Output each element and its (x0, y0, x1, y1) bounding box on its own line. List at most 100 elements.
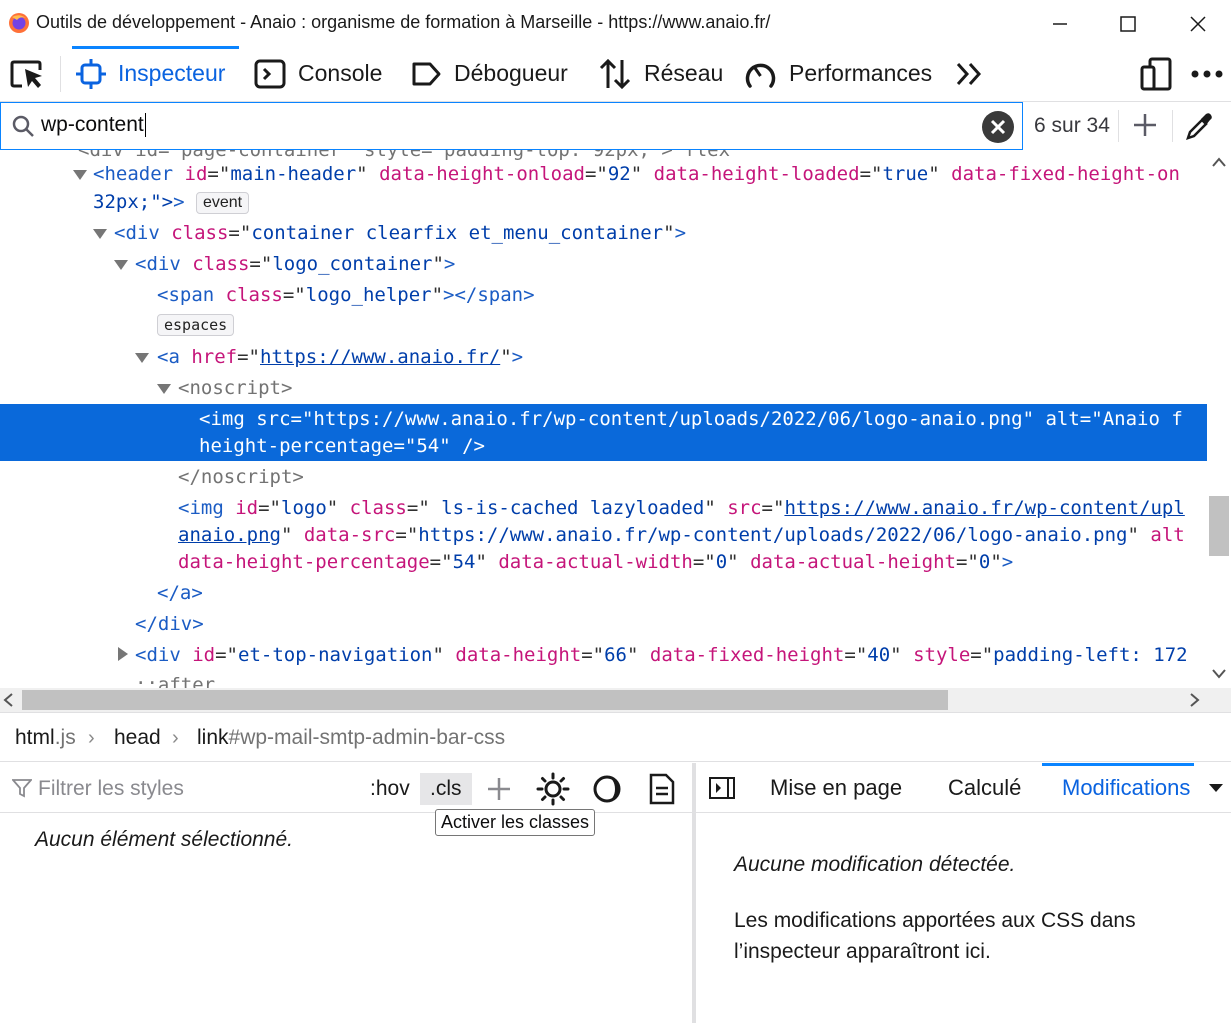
maximize-button[interactable] (1114, 10, 1142, 38)
add-rule-button[interactable] (484, 773, 514, 805)
double-chevron-icon (956, 62, 982, 86)
document-icon (649, 773, 675, 805)
tab-performances[interactable]: Performances (744, 46, 932, 101)
devtools-menu-button[interactable] (1190, 54, 1224, 94)
light-scheme-button[interactable] (536, 772, 570, 806)
markup-node-span[interactable]: <span class="logo_helper"></span> (157, 282, 535, 309)
rules-empty-message: Aucun élément sélectionné. (35, 828, 293, 851)
breadcrumb-item-html[interactable]: html.js (15, 726, 76, 750)
markup-node-a[interactable]: <a href="https://www.anaio.fr/"> (157, 344, 523, 371)
markup-node-div-close: </div> (135, 613, 204, 635)
tab-calcule[interactable]: Calculé (948, 763, 1021, 813)
markup-node-a-close: </a> (157, 582, 203, 604)
search-icon (12, 115, 34, 137)
moon-contrast-icon (593, 775, 621, 803)
clear-search-button[interactable] (982, 111, 1014, 143)
tab-reseau-label: Réseau (644, 60, 724, 86)
expand-toggle[interactable] (157, 384, 171, 394)
devtools-toolbar: Inspecteur Console Débogueur Réseau Perf… (0, 46, 1231, 102)
cls-button[interactable]: .cls (420, 773, 472, 805)
element-picker-button[interactable] (8, 54, 48, 94)
window-titlebar: Outils de développement - Anaio : organi… (0, 0, 1231, 46)
search-result-count: 6 sur 34 (1034, 114, 1110, 137)
tab-performances-label: Performances (789, 60, 933, 86)
rules-toolbar: Filtrer les styles :hov .cls (0, 763, 692, 813)
espaces-badge: espaces (157, 313, 235, 336)
markup-horizontal-scrollbar[interactable] (0, 688, 1231, 712)
color-picker-button[interactable] (1184, 110, 1214, 146)
element-picker-icon (10, 60, 42, 88)
side-panel: Mise en page Calculé Modifications Aucun… (696, 763, 1231, 1023)
markup-node-header[interactable]: <header id="main-header" data-height-onl… (93, 161, 1180, 188)
markup-search-bar: wp-content 6 sur 34 (0, 102, 1231, 150)
markup-node-div-container[interactable]: <div class="container clearfix et_menu_c… (114, 220, 686, 247)
tabs-overflow-button[interactable] (1208, 763, 1224, 813)
expand-toggle[interactable] (93, 229, 107, 239)
scroll-left-icon (3, 693, 13, 707)
responsive-design-button[interactable] (1140, 54, 1172, 94)
inspector-icon (76, 58, 106, 89)
breadcrumb: html.js › head › link#wp-mail-smtp-admin… (0, 712, 1231, 762)
tab-mise-en-page[interactable]: Mise en page (770, 763, 902, 813)
chevron-right-icon: › (88, 727, 95, 749)
plus-icon (488, 778, 510, 800)
tab-inspecteur[interactable]: Inspecteur (72, 46, 239, 101)
eyedropper-icon (1186, 113, 1212, 140)
breadcrumb-item-link[interactable]: link#wp-mail-smtp-admin-bar-css (197, 726, 505, 750)
markup-node-top-navigation[interactable]: <div id="et-top-navigation" data-height=… (135, 642, 1188, 669)
markup-node-img-logo-2: anaio.png" data-src="https://www.anaio.f… (178, 524, 1185, 546)
dark-scheme-button[interactable] (592, 773, 622, 805)
vertical-scroll-thumb[interactable] (1209, 496, 1229, 556)
console-icon (254, 59, 286, 88)
markup-vertical-scrollbar[interactable] (1207, 150, 1231, 688)
close-window-button[interactable] (1184, 10, 1212, 38)
sun-icon (536, 772, 570, 806)
markup-node-img-logo[interactable]: <img id="logo" class=" ls-is-cached lazy… (178, 495, 1185, 522)
add-node-button[interactable] (1130, 110, 1160, 144)
toolbar-divider (60, 56, 61, 92)
expand-toggle[interactable] (73, 170, 87, 180)
rules-pane: Filtrer les styles :hov .cls (0, 763, 692, 1023)
event-badge[interactable]: event (195, 191, 250, 214)
sidebar-toggle-icon (709, 777, 735, 799)
markup-view[interactable]: <div id="page-container" style="padding-… (0, 150, 1231, 688)
scroll-up-icon (1212, 157, 1226, 167)
tab-debogueur-label: Débogueur (454, 60, 568, 86)
collapse-toggle[interactable] (118, 647, 128, 661)
minimize-icon (1053, 23, 1067, 25)
markup-node-noscript[interactable]: <noscript> (178, 375, 292, 402)
scroll-right-icon (1190, 693, 1200, 707)
tab-inspecteur-label: Inspecteur (118, 60, 226, 86)
search-input[interactable]: wp-content (0, 102, 1023, 150)
print-media-button[interactable] (648, 773, 676, 805)
tab-console[interactable]: Console (254, 46, 382, 101)
changes-description: Les modifications apportées aux CSS dans… (734, 909, 1136, 963)
markup-node-div-logo[interactable]: <div class="logo_container"> (135, 251, 455, 278)
horizontal-scroll-thumb[interactable] (22, 690, 948, 710)
side-panel-tabs: Mise en page Calculé Modifications (696, 763, 1231, 813)
scroll-down-icon (1212, 669, 1226, 679)
minimize-button[interactable] (1046, 10, 1074, 38)
chevron-down-icon (1209, 784, 1223, 792)
expand-toggle[interactable] (135, 353, 149, 363)
more-options-icon (1191, 70, 1223, 78)
tab-debogueur[interactable]: Débogueur (410, 46, 568, 101)
markup-pseudo-after: ::after (135, 674, 216, 688)
tab-modifications[interactable]: Modifications (1041, 763, 1195, 813)
markup-node-noscript-close: </noscript> (178, 466, 304, 488)
more-tools-button[interactable] (954, 54, 984, 94)
firefox-icon (9, 13, 29, 33)
markup-node-img-logo-3: data-height-percentage="54" data-actual-… (178, 551, 1014, 573)
plus-icon (1134, 114, 1156, 136)
filter-styles-input[interactable]: Filtrer les styles (11, 777, 184, 801)
selected-node[interactable]: <img src="https://www.anaio.fr/wp-conten… (0, 404, 1207, 461)
expand-toggle[interactable] (114, 260, 128, 270)
tab-console-label: Console (298, 60, 383, 86)
close-icon (1190, 16, 1206, 32)
toggle-sidebar-button[interactable] (708, 763, 736, 813)
breadcrumb-item-head[interactable]: head (114, 726, 161, 750)
search-divider-2 (1172, 110, 1173, 142)
hover-state-button[interactable]: :hov (370, 773, 410, 805)
tab-reseau[interactable]: Réseau (598, 46, 723, 101)
performance-icon (745, 63, 776, 88)
